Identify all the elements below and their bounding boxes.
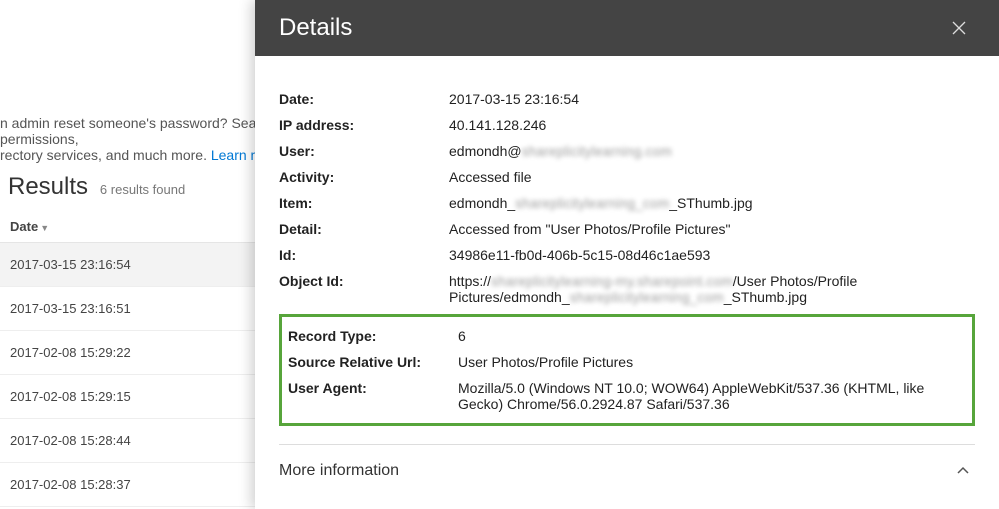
detail-label: User Agent: <box>288 380 458 396</box>
detail-value: Accessed file <box>449 169 975 185</box>
detail-row: User Agent:Mozilla/5.0 (Windows NT 10.0;… <box>288 375 966 417</box>
chevron-up-icon <box>955 463 971 479</box>
hint-line-2: rectory services, and much more. <box>0 147 211 163</box>
detail-label: Id: <box>279 247 449 263</box>
detail-label: Source Relative Url: <box>288 354 458 370</box>
more-information-section[interactable]: More information <box>279 444 975 483</box>
detail-row: Item:edmondh_shareplicitylearning_com_ST… <box>279 190 975 216</box>
detail-label: Detail: <box>279 221 449 237</box>
detail-value: edmondh@shareplicitylearning.com <box>449 143 975 159</box>
highlighted-fields: Record Type:6Source Relative Url:User Ph… <box>279 314 975 426</box>
detail-value: User Photos/Profile Pictures <box>458 354 966 370</box>
detail-value: Accessed from "User Photos/Profile Pictu… <box>449 221 975 237</box>
detail-row: Activity:Accessed file <box>279 164 975 190</box>
detail-label: Record Type: <box>288 328 458 344</box>
details-panel: Details Date:2017-03-15 23:16:54IP addre… <box>255 0 999 509</box>
panel-header: Details <box>255 0 999 56</box>
collapse-toggle[interactable] <box>951 459 975 483</box>
detail-row: Id:34986e11-fb0d-406b-5c15-08d46c1ae593 <box>279 242 975 268</box>
details-fields: Date:2017-03-15 23:16:54IP address:40.14… <box>279 86 975 310</box>
detail-value: edmondh_shareplicitylearning_com_SThumb.… <box>449 195 975 211</box>
detail-row: IP address:40.141.128.246 <box>279 112 975 138</box>
close-icon <box>951 20 967 36</box>
detail-row: Record Type:6 <box>288 323 966 349</box>
detail-row: Object Id:https://shareplicitylearning-m… <box>279 268 975 310</box>
detail-row: Source Relative Url:User Photos/Profile … <box>288 349 966 375</box>
detail-value: Mozilla/5.0 (Windows NT 10.0; WOW64) App… <box>458 380 966 412</box>
detail-label: Object Id: <box>279 273 449 289</box>
detail-row: Date:2017-03-15 23:16:54 <box>279 86 975 112</box>
detail-row: Detail:Accessed from "User Photos/Profil… <box>279 216 975 242</box>
detail-label: Activity: <box>279 169 449 185</box>
detail-value: 2017-03-15 23:16:54 <box>449 91 975 107</box>
more-information-label: More information <box>279 462 951 480</box>
close-button[interactable] <box>943 12 975 44</box>
detail-value: https://shareplicitylearning-my.sharepoi… <box>449 273 975 305</box>
detail-row: User:edmondh@shareplicitylearning.com <box>279 138 975 164</box>
detail-label: IP address: <box>279 117 449 133</box>
results-count: 6 results found <box>100 182 185 197</box>
detail-label: User: <box>279 143 449 159</box>
detail-value: 6 <box>458 328 966 344</box>
detail-label: Item: <box>279 195 449 211</box>
detail-value: 40.141.128.246 <box>449 117 975 133</box>
detail-label: Date: <box>279 91 449 107</box>
results-title: Results <box>8 173 88 200</box>
detail-value: 34986e11-fb0d-406b-5c15-08d46c1ae593 <box>449 247 975 263</box>
panel-body: Date:2017-03-15 23:16:54IP address:40.14… <box>255 56 999 509</box>
sort-caret-icon: ▼ <box>38 223 49 233</box>
panel-title: Details <box>279 14 943 42</box>
